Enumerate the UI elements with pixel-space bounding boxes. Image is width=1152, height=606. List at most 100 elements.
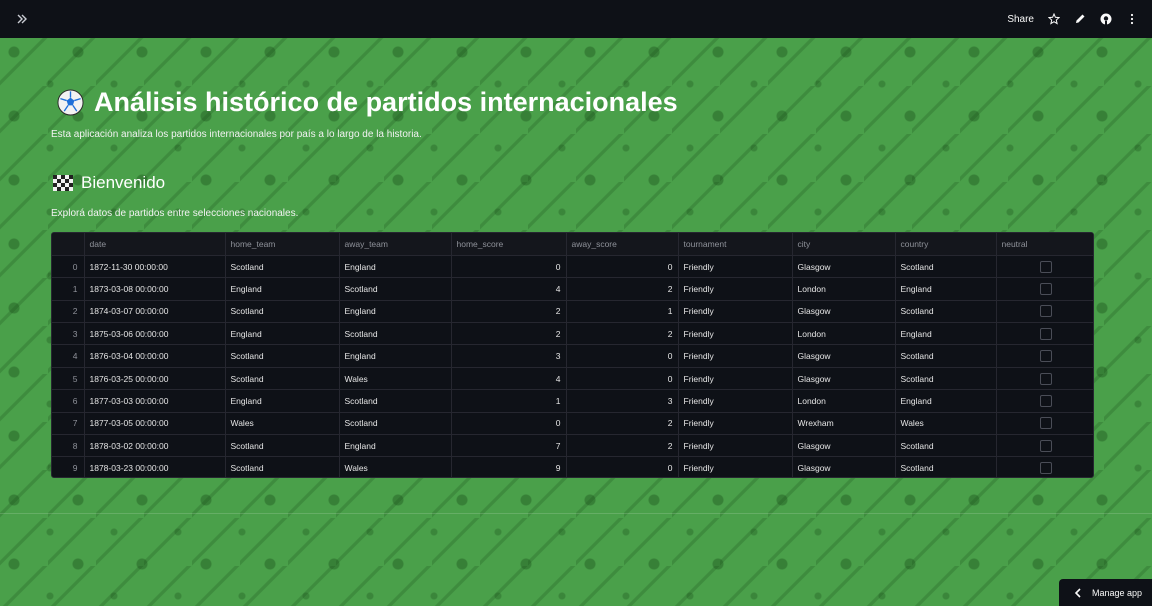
table-cell[interactable]: Scotland	[895, 300, 997, 324]
table-cell[interactable]: Scotland	[895, 255, 997, 279]
table-row[interactable]: 3 1875-03-06 00:00:00 England Scotland 2 2 Fri…	[52, 322, 1093, 346]
github-icon[interactable]	[1100, 13, 1112, 25]
table-cell[interactable]: Scotland	[225, 344, 340, 368]
column-header[interactable]: country	[895, 233, 997, 256]
table-cell[interactable]: Friendly	[678, 367, 793, 391]
table-cell[interactable]: Glasgow	[792, 344, 896, 368]
table-cell[interactable]: 1874-03-07 00:00:00	[84, 300, 226, 324]
neutral-checkbox[interactable]	[1039, 327, 1052, 340]
table-cell[interactable]: Scotland	[225, 434, 340, 458]
table-cell[interactable]: Wales	[339, 367, 452, 391]
table-cell[interactable]: 0	[451, 412, 567, 436]
neutral-checkbox[interactable]	[1039, 394, 1052, 407]
table-cell[interactable]: Glasgow	[792, 434, 896, 458]
table-cell[interactable]: Glasgow	[792, 300, 896, 324]
table-cell[interactable]: 1875-03-06 00:00:00	[84, 322, 226, 346]
column-header[interactable]: away_score	[566, 233, 679, 256]
table-cell[interactable]: Scotland	[339, 389, 452, 413]
table-cell[interactable]: London	[792, 389, 896, 413]
table-row[interactable]: 9 1878-03-23 00:00:00 Scotland Wales 9 0 Frien…	[52, 456, 1093, 477]
expand-sidebar-icon[interactable]	[12, 9, 32, 29]
table-cell[interactable]: England	[895, 277, 997, 301]
table-cell[interactable]: 2	[566, 412, 679, 436]
table-row[interactable]: 4 1876-03-04 00:00:00 Scotland England 3 0 Fri…	[52, 344, 1093, 368]
table-cell[interactable]: Friendly	[678, 300, 793, 324]
table-cell[interactable]: England	[339, 344, 452, 368]
table-cell[interactable]: Scotland	[339, 322, 452, 346]
table-cell[interactable]: Friendly	[678, 434, 793, 458]
table-cell[interactable]: 0	[566, 255, 679, 279]
table-cell[interactable]: 3	[566, 389, 679, 413]
table-cell[interactable]: England	[339, 434, 452, 458]
table-row[interactable]: 6 1877-03-03 00:00:00 England Scotland 1 3 Fri…	[52, 389, 1093, 413]
table-cell[interactable]: 1	[566, 300, 679, 324]
table-cell[interactable]: Glasgow	[792, 456, 896, 477]
table-cell[interactable]: 0	[451, 255, 567, 279]
table-cell[interactable]: Scotland	[339, 277, 452, 301]
table-cell[interactable]: 4	[451, 277, 567, 301]
table-cell[interactable]: 2	[451, 300, 567, 324]
table-cell[interactable]: Wales	[339, 456, 452, 477]
table-cell[interactable]: Scotland	[895, 344, 997, 368]
table-cell[interactable]: Scotland	[225, 367, 340, 391]
table-cell[interactable]: Friendly	[678, 255, 793, 279]
table-cell[interactable]: 1873-03-08 00:00:00	[84, 277, 226, 301]
column-header[interactable]: home_team	[225, 233, 340, 256]
table-cell[interactable]: 4	[451, 367, 567, 391]
table-cell[interactable]: Scotland	[895, 367, 997, 391]
table-cell[interactable]: 2	[566, 277, 679, 301]
table-row[interactable]: 7 1877-03-05 00:00:00 Wales Scotland 0 2 Frien…	[52, 412, 1093, 436]
table-cell[interactable]: England	[895, 389, 997, 413]
table-row[interactable]: 0 1872-11-30 00:00:00 Scotland England 0 0 Fri…	[52, 255, 1093, 279]
table-cell[interactable]: 1877-03-03 00:00:00	[84, 389, 226, 413]
column-header[interactable]: neutral	[996, 233, 1093, 256]
table-cell[interactable]: 1872-11-30 00:00:00	[84, 255, 226, 279]
matches-dataframe[interactable]: date home_team away_team home_score away…	[51, 232, 1094, 478]
share-button[interactable]: Share	[1007, 14, 1034, 25]
table-cell[interactable]: Wales	[225, 412, 340, 436]
neutral-checkbox[interactable]	[1039, 462, 1052, 475]
star-icon[interactable]	[1048, 13, 1060, 25]
table-row[interactable]: 1 1873-03-08 00:00:00 England Scotland 4 2 Fri…	[52, 277, 1093, 301]
neutral-checkbox[interactable]	[1039, 260, 1052, 273]
table-cell[interactable]: Friendly	[678, 389, 793, 413]
table-cell[interactable]: Scotland	[225, 456, 340, 477]
table-cell[interactable]: England	[339, 255, 452, 279]
table-cell[interactable]: 2	[451, 322, 567, 346]
table-cell[interactable]: Scotland	[225, 255, 340, 279]
table-cell[interactable]: Friendly	[678, 322, 793, 346]
column-header[interactable]: city	[792, 233, 896, 256]
column-header[interactable]: away_team	[339, 233, 452, 256]
table-cell[interactable]: England	[225, 277, 340, 301]
edit-icon[interactable]	[1074, 13, 1086, 25]
table-cell[interactable]: London	[792, 277, 896, 301]
table-cell[interactable]: Friendly	[678, 344, 793, 368]
table-cell[interactable]: Glasgow	[792, 367, 896, 391]
table-cell[interactable]: 1878-03-23 00:00:00	[84, 456, 226, 477]
table-cell[interactable]: England	[225, 322, 340, 346]
more-menu-icon[interactable]	[1126, 13, 1138, 25]
neutral-checkbox[interactable]	[1039, 282, 1052, 295]
table-cell[interactable]: Wrexham	[792, 412, 896, 436]
table-cell[interactable]: 0	[566, 344, 679, 368]
table-cell[interactable]: Wales	[895, 412, 997, 436]
table-cell[interactable]: 7	[451, 434, 567, 458]
table-cell[interactable]: 0	[566, 456, 679, 477]
table-cell[interactable]: 3	[451, 344, 567, 368]
table-cell[interactable]: Scotland	[339, 412, 452, 436]
table-cell[interactable]: Glasgow	[792, 255, 896, 279]
table-cell[interactable]: 1878-03-02 00:00:00	[84, 434, 226, 458]
neutral-checkbox[interactable]	[1039, 372, 1052, 385]
table-cell[interactable]: 1877-03-05 00:00:00	[84, 412, 226, 436]
table-cell[interactable]: 0	[566, 367, 679, 391]
table-cell[interactable]: 9	[451, 456, 567, 477]
table-cell[interactable]: Scotland	[895, 434, 997, 458]
column-header[interactable]: tournament	[678, 233, 793, 256]
manage-app-button[interactable]: Manage app	[1059, 579, 1152, 606]
table-cell[interactable]: Scotland	[225, 300, 340, 324]
column-header[interactable]	[52, 233, 85, 256]
table-cell[interactable]: 2	[566, 322, 679, 346]
table-cell[interactable]: 1876-03-04 00:00:00	[84, 344, 226, 368]
table-cell[interactable]: 1876-03-25 00:00:00	[84, 367, 226, 391]
table-cell[interactable]: England	[225, 389, 340, 413]
